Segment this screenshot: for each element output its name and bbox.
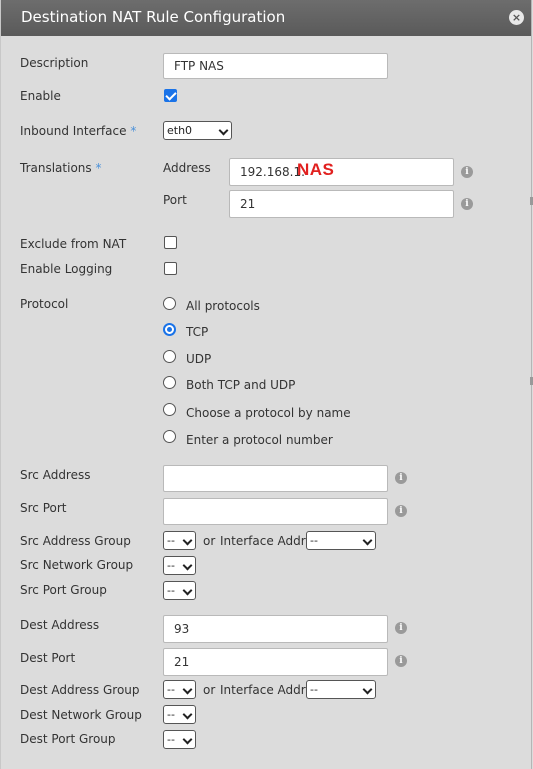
info-icon[interactable]: i	[395, 505, 407, 517]
select-value: --	[167, 559, 175, 572]
chevron-down-icon	[362, 684, 373, 695]
radio-tcp-and-udp[interactable]	[163, 376, 176, 389]
radio-label: All protocols	[186, 299, 260, 313]
radio-tcp[interactable]	[163, 323, 176, 336]
src-port-label: Src Port	[20, 501, 67, 515]
required-mark: *	[95, 161, 102, 175]
protocol-label: Protocol	[20, 297, 69, 311]
radio-label: TCP	[186, 325, 209, 339]
select-value: --	[167, 534, 175, 547]
translations-text: Translations	[20, 161, 92, 175]
dest-interface-addr-select[interactable]: --	[306, 680, 376, 699]
nat-rule-dialog: Destination NAT Rule Configuration × Des…	[0, 0, 532, 769]
exclude-nat-label: Exclude from NAT	[20, 237, 127, 251]
select-value: --	[167, 683, 175, 696]
src-address-group-select[interactable]: --	[163, 531, 196, 550]
src-address-input[interactable]	[163, 465, 388, 492]
dest-port-group-label: Dest Port Group	[20, 732, 116, 746]
or-text: or	[203, 683, 216, 697]
nas-overlay-label: NAS	[297, 160, 335, 179]
chevron-down-icon	[182, 709, 193, 720]
dest-port-label: Dest Port	[20, 651, 76, 665]
dest-network-group-label: Dest Network Group	[20, 708, 142, 722]
inbound-interface-text: Inbound Interface	[20, 124, 127, 138]
chevron-down-icon	[182, 734, 193, 745]
dest-port-input[interactable]: 21	[163, 648, 388, 676]
src-interface-addr-select[interactable]: --	[306, 531, 376, 550]
radio-all-protocols[interactable]	[163, 297, 176, 310]
interface-addr-label: Interface Addr	[220, 534, 306, 548]
radio-label: UDP	[186, 352, 212, 366]
radio-label: Enter a protocol number	[186, 433, 333, 447]
src-network-group-select[interactable]: --	[163, 556, 196, 575]
info-icon[interactable]: i	[395, 472, 407, 484]
dest-port-group-select[interactable]: --	[163, 730, 196, 749]
dest-network-group-select[interactable]: --	[163, 705, 196, 724]
exclude-nat-checkbox[interactable]	[164, 236, 177, 249]
chevron-down-icon	[182, 560, 193, 571]
chevron-down-icon	[182, 684, 193, 695]
translation-port-input[interactable]: 21	[229, 190, 454, 218]
select-value: --	[167, 708, 175, 721]
radio-label: Choose a protocol by name	[186, 406, 351, 420]
dialog-title: Destination NAT Rule Configuration	[21, 8, 286, 26]
select-value: --	[167, 584, 175, 597]
or-text: or	[203, 534, 216, 548]
src-port-input[interactable]	[163, 498, 388, 525]
src-network-group-label: Src Network Group	[20, 558, 134, 572]
select-value: --	[310, 534, 318, 547]
enable-label: Enable	[20, 89, 61, 103]
translation-address-label: Address	[163, 161, 211, 175]
enable-logging-label: Enable Logging	[20, 262, 113, 276]
src-address-group-label: Src Address Group	[20, 534, 131, 548]
inbound-interface-value: eth0	[167, 124, 193, 137]
enable-logging-checkbox[interactable]	[164, 262, 177, 275]
chevron-down-icon	[182, 535, 193, 546]
dest-address-label: Dest Address	[20, 618, 100, 632]
radio-protocol-number[interactable]	[163, 430, 176, 443]
radio-protocol-by-name[interactable]	[163, 403, 176, 416]
src-port-group-label: Src Port Group	[20, 583, 107, 597]
close-icon[interactable]: ×	[509, 10, 524, 25]
chevron-down-icon	[362, 535, 373, 546]
inbound-interface-label: Inbound Interface *	[20, 124, 136, 138]
select-value: --	[310, 683, 318, 696]
required-mark: *	[130, 124, 137, 138]
radio-udp[interactable]	[163, 350, 176, 363]
enable-checkbox[interactable]	[164, 89, 177, 102]
dest-address-group-label: Dest Address Group	[20, 683, 140, 697]
info-icon[interactable]: i	[461, 166, 473, 178]
description-input[interactable]: FTP NAS	[163, 53, 388, 79]
select-value: --	[167, 733, 175, 746]
src-address-label: Src Address	[20, 468, 91, 482]
translations-label: Translations *	[20, 161, 101, 175]
chevron-down-icon	[182, 585, 193, 596]
info-icon[interactable]: i	[395, 655, 407, 667]
info-icon[interactable]: i	[461, 198, 473, 210]
chevron-down-icon	[218, 125, 229, 136]
translation-port-label: Port	[163, 193, 187, 207]
translation-address-input[interactable]: 192.168.1.	[229, 158, 454, 186]
dest-address-group-select[interactable]: --	[163, 680, 196, 699]
description-label: Description	[20, 56, 89, 70]
interface-addr-label: Interface Addr	[220, 683, 306, 697]
redaction-mark	[191, 619, 249, 637]
inbound-interface-select[interactable]: eth0	[163, 121, 232, 140]
src-port-group-select[interactable]: --	[163, 581, 196, 600]
radio-label: Both TCP and UDP	[186, 378, 296, 392]
dialog-titlebar: Destination NAT Rule Configuration ×	[1, 0, 531, 36]
info-icon[interactable]: i	[395, 622, 407, 634]
